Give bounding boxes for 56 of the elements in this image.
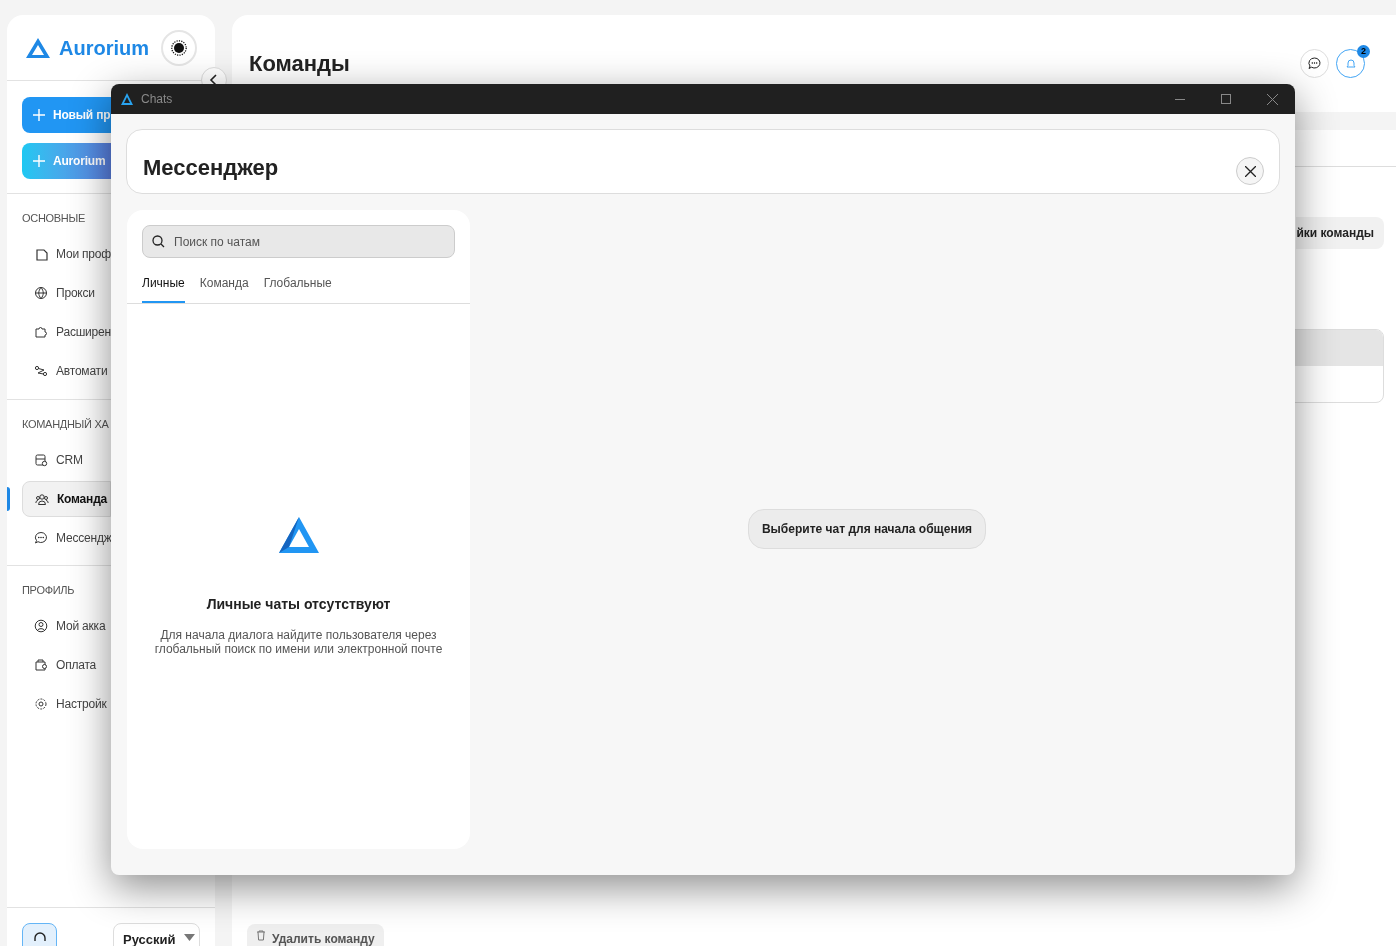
settings-button[interactable]: йки команды bbox=[1296, 217, 1384, 249]
tab[interactable]: Команда bbox=[199, 274, 249, 303]
nav-item[interactable]: Команда bbox=[22, 480, 111, 517]
nav-item[interactable]: Настройк bbox=[22, 686, 111, 722]
plus-icon bbox=[33, 109, 45, 121]
empty-state-text: Для начала диалога найдите пользователя через глобальный поиск по имени или электронной почте bbox=[153, 628, 444, 656]
globe-icon bbox=[34, 286, 48, 300]
nav-item[interactable]: Прокси bbox=[22, 275, 111, 311]
tab[interactable]: Личные bbox=[142, 274, 185, 303]
minimize-icon bbox=[1175, 98, 1185, 100]
nav-item[interactable]: Оплата bbox=[22, 647, 111, 683]
trash-icon bbox=[256, 930, 266, 941]
maximize-icon bbox=[1221, 94, 1231, 104]
chat-bubble-icon bbox=[1308, 57, 1321, 70]
app-icon bbox=[120, 92, 134, 106]
sun-icon bbox=[171, 39, 187, 56]
close-icon bbox=[1244, 165, 1256, 177]
window-title: Chats bbox=[141, 91, 173, 108]
nav-item[interactable]: CRM bbox=[22, 441, 111, 478]
info-message: Выберите чат для начала общения bbox=[747, 508, 987, 549]
nav-item[interactable]: Мои проф bbox=[22, 236, 111, 272]
search-field[interactable]: Поиск по чатам bbox=[142, 225, 455, 258]
nav-item[interactable]: Автомати bbox=[22, 353, 111, 389]
route-icon bbox=[34, 364, 48, 378]
chat-bubble-icon bbox=[34, 530, 48, 545]
users-icon bbox=[35, 491, 49, 506]
logo-icon bbox=[25, 36, 51, 59]
gear-icon bbox=[34, 697, 48, 711]
messenger-heading: Мессенджер bbox=[143, 154, 279, 182]
section-label: ОСНОВНЫЕ bbox=[21, 211, 85, 226]
brand-name: Aurorium bbox=[59, 35, 149, 61]
notification-badge: 2 bbox=[1357, 45, 1370, 58]
nav-item[interactable]: Мессендж bbox=[22, 519, 111, 556]
support-button[interactable] bbox=[22, 923, 57, 946]
wallet-icon bbox=[34, 658, 48, 672]
active-indicator bbox=[7, 487, 10, 511]
close-icon bbox=[1266, 93, 1278, 105]
tab[interactable]: Глобальные bbox=[263, 274, 332, 303]
nav-item[interactable]: Мой акка bbox=[22, 608, 111, 644]
nav-item[interactable]: Расширен bbox=[22, 314, 111, 350]
theme-toggle[interactable] bbox=[161, 29, 197, 66]
headset-icon bbox=[32, 932, 47, 944]
database-icon bbox=[34, 452, 48, 467]
logo-icon bbox=[276, 515, 321, 555]
bell-icon bbox=[1344, 57, 1357, 70]
delete-button[interactable]: Удалить команду bbox=[247, 924, 384, 946]
close-button[interactable] bbox=[1236, 157, 1264, 185]
search-icon bbox=[152, 235, 165, 248]
user-circle-icon bbox=[34, 619, 48, 633]
empty-state-title: Личные чаты отсутствуют bbox=[206, 595, 391, 614]
caret-down-icon bbox=[183, 934, 195, 941]
language-select[interactable]: Русский bbox=[113, 923, 200, 946]
section-label: ПРОФИЛЬ bbox=[21, 583, 75, 598]
section-label: КОМАНДНЫЙ ХА bbox=[21, 416, 109, 432]
plus-icon bbox=[33, 155, 45, 167]
page-title: Команды bbox=[249, 50, 350, 78]
